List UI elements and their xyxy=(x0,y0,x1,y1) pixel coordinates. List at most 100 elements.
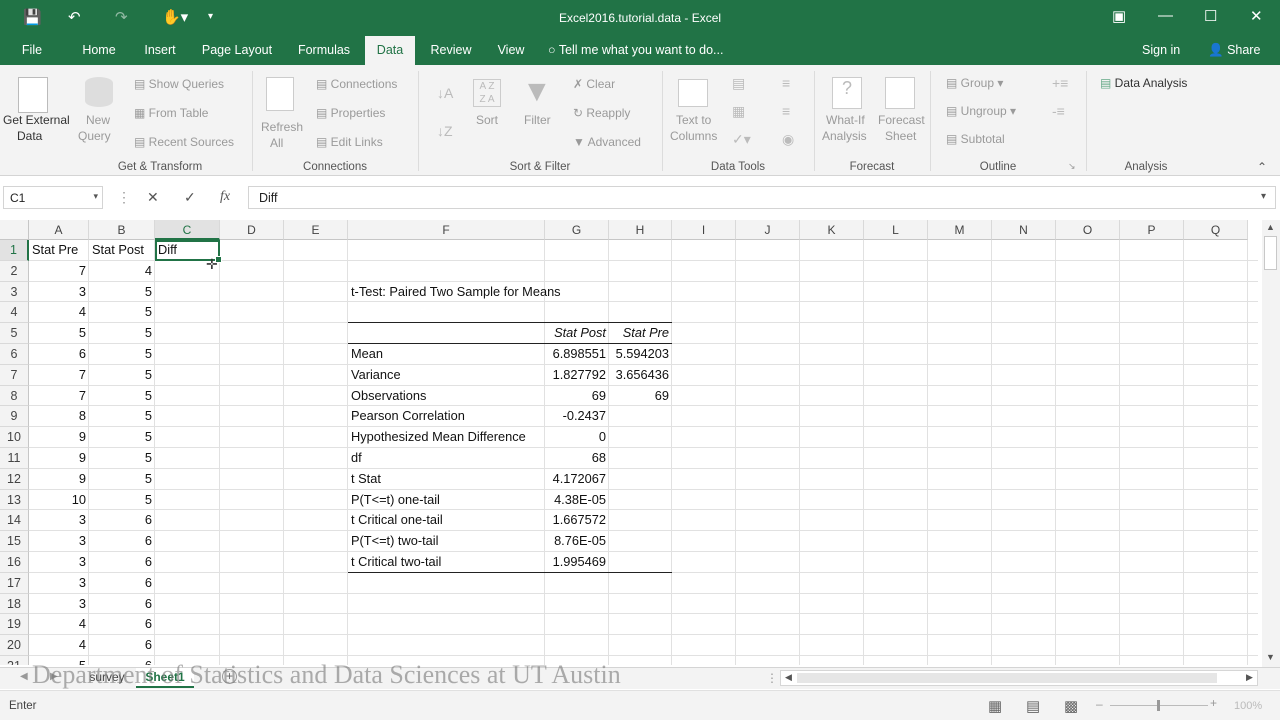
column-header[interactable]: O xyxy=(1056,220,1120,240)
ttest-label[interactable]: t Critical two-tail xyxy=(348,552,545,572)
cell-a[interactable]: 3 xyxy=(29,531,89,551)
cell-a[interactable]: 6 xyxy=(29,344,89,364)
expand-formula-icon[interactable]: ▾ xyxy=(1261,191,1266,202)
relationships-icon[interactable]: ≡ xyxy=(782,103,790,119)
ttest-value[interactable]: 69 xyxy=(609,386,672,406)
row-header[interactable]: 20 xyxy=(0,635,29,656)
show-queries-button[interactable]: ▤ Show Queries xyxy=(134,77,224,91)
cell-b[interactable]: 5 xyxy=(89,406,155,426)
scroll-up-icon[interactable]: ▲ xyxy=(1266,222,1275,232)
prev-sheet-icon[interactable]: ◀ xyxy=(20,671,28,682)
ttest-label[interactable]: Variance xyxy=(348,365,545,385)
cell-b[interactable]: 5 xyxy=(89,344,155,364)
row-header[interactable]: 9 xyxy=(0,406,29,428)
worksheet-grid[interactable]: ABCDEFGHIJKLMNOPQ 1 2 3 4 5 6 7 8 9 10 11 12 13 14 15 1… xyxy=(0,220,1258,665)
cell-a[interactable]: 4 xyxy=(29,635,89,655)
name-box-dropdown-icon[interactable]: ▾ xyxy=(93,191,98,202)
row-header[interactable]: 16 xyxy=(0,552,29,573)
outline-settings-icon[interactable]: ↘ xyxy=(1068,161,1076,172)
what-if-analysis-button[interactable]: What-If xyxy=(826,113,865,127)
tab-review[interactable]: Review xyxy=(425,36,477,65)
hscroll-thumb[interactable] xyxy=(797,673,1217,683)
from-table-button[interactable]: ▦ From Table xyxy=(134,106,208,120)
cell-b[interactable]: 5 xyxy=(89,427,155,447)
tab-insert[interactable]: Insert xyxy=(138,36,182,65)
properties-button[interactable]: ▤ Properties xyxy=(316,106,385,120)
row-header[interactable]: 21 xyxy=(0,656,29,665)
normal-view-icon[interactable]: ▦ xyxy=(988,697,1002,715)
row-header[interactable]: 17 xyxy=(0,572,29,594)
cancel-icon[interactable]: ✕ xyxy=(147,189,159,206)
tab-data[interactable]: Data xyxy=(365,36,415,65)
cell-b[interactable]: 5 xyxy=(89,448,155,468)
ribbon-display-icon[interactable]: ▣ xyxy=(1112,7,1126,25)
data-validation-icon[interactable]: ✓▾ xyxy=(732,131,751,148)
remove-duplicates-icon[interactable]: ▦ xyxy=(732,103,745,120)
ttest-label[interactable]: P(T<=t) one-tail xyxy=(348,490,545,510)
ttest-value[interactable]: 4.38E-05 xyxy=(545,490,609,510)
column-header[interactable]: I xyxy=(672,220,736,240)
ttest-value[interactable] xyxy=(609,448,672,468)
cell-b[interactable]: 5 xyxy=(89,365,155,385)
zoom-level[interactable]: 100% xyxy=(1234,700,1262,712)
cell-b[interactable]: 5 xyxy=(89,469,155,489)
ttest-label[interactable]: Observations xyxy=(348,386,545,406)
enter-icon[interactable]: ✓ xyxy=(184,189,196,206)
flash-fill-icon[interactable]: ▤ xyxy=(732,75,745,92)
cell-a[interactable]: 3 xyxy=(29,282,89,302)
sign-in-link[interactable]: Sign in xyxy=(1142,36,1180,65)
ttest-value[interactable] xyxy=(609,469,672,489)
ttest-value[interactable]: 69 xyxy=(545,386,609,406)
column-header[interactable]: N xyxy=(992,220,1056,240)
text-to-columns-button[interactable]: Text to xyxy=(676,113,711,127)
cell-a[interactable]: 5 xyxy=(29,323,89,343)
scroll-left-icon[interactable]: ◀ xyxy=(785,672,792,683)
row-header[interactable]: 6 xyxy=(0,344,29,365)
close-icon[interactable]: ✕ xyxy=(1250,7,1263,25)
cell-a[interactable]: 4 xyxy=(29,302,89,322)
ttest-value[interactable] xyxy=(609,531,672,551)
ttest-value[interactable] xyxy=(609,510,672,530)
cell-a[interactable]: 7 xyxy=(29,261,89,281)
ttest-value[interactable]: -0.2437 xyxy=(545,406,609,426)
column-header[interactable]: K xyxy=(800,220,864,240)
ttest-label[interactable]: df xyxy=(348,448,545,468)
column-header[interactable]: D xyxy=(220,220,284,240)
share-button[interactable]: 👤 Share xyxy=(1208,36,1260,65)
horizontal-scrollbar[interactable]: ◀ ▶ xyxy=(780,670,1258,686)
zoom-out-icon[interactable]: – xyxy=(1096,697,1103,711)
column-header[interactable]: B xyxy=(89,220,155,240)
cell-a[interactable]: Stat Pre xyxy=(29,240,89,260)
cell-a[interactable]: 7 xyxy=(29,386,89,406)
ttest-label[interactable]: Hypothesized Mean Difference xyxy=(348,427,545,447)
insert-function-icon[interactable]: fx xyxy=(220,189,230,205)
cell-a[interactable]: 9 xyxy=(29,427,89,447)
row-header[interactable]: 1 xyxy=(0,240,29,261)
ttest-value[interactable] xyxy=(609,427,672,447)
ttest-value[interactable]: 0 xyxy=(545,427,609,447)
ttest-value[interactable]: 68 xyxy=(545,448,609,468)
advanced-button[interactable]: ▼ Advanced xyxy=(573,135,641,149)
cell-b[interactable]: 5 xyxy=(89,323,155,343)
row-header[interactable]: 14 xyxy=(0,510,29,532)
row-header[interactable]: 3 xyxy=(0,281,29,303)
ttest-label[interactable]: t Critical one-tail xyxy=(348,510,545,530)
tab-file[interactable]: File xyxy=(14,36,50,65)
tell-me-box[interactable]: ○ Tell me what you want to do... xyxy=(548,36,723,65)
cell-b[interactable]: 6 xyxy=(89,510,155,530)
collapse-ribbon-icon[interactable]: ⌃ xyxy=(1257,160,1267,174)
ttest-value[interactable]: 1.827792 xyxy=(545,365,609,385)
cell-b[interactable]: Stat Post xyxy=(89,240,155,260)
show-detail-icon[interactable]: +≡ xyxy=(1052,75,1068,91)
cell-b[interactable]: 6 xyxy=(89,594,155,614)
data-analysis-button[interactable]: ▤ Data Analysis xyxy=(1100,76,1187,90)
row-header[interactable]: 15 xyxy=(0,531,29,552)
reapply-button[interactable]: ↻ Reapply xyxy=(573,106,630,120)
sort-za-icon[interactable]: ↓Z xyxy=(437,123,453,139)
group-button[interactable]: ▤ Group ▾ xyxy=(946,76,1003,90)
data-model-icon[interactable]: ◉ xyxy=(782,131,794,148)
ttest-value[interactable]: 4.172067 xyxy=(545,469,609,489)
cell-a[interactable]: 4 xyxy=(29,614,89,634)
cell-a[interactable]: 3 xyxy=(29,552,89,572)
page-layout-view-icon[interactable]: ▤ xyxy=(1026,697,1040,715)
